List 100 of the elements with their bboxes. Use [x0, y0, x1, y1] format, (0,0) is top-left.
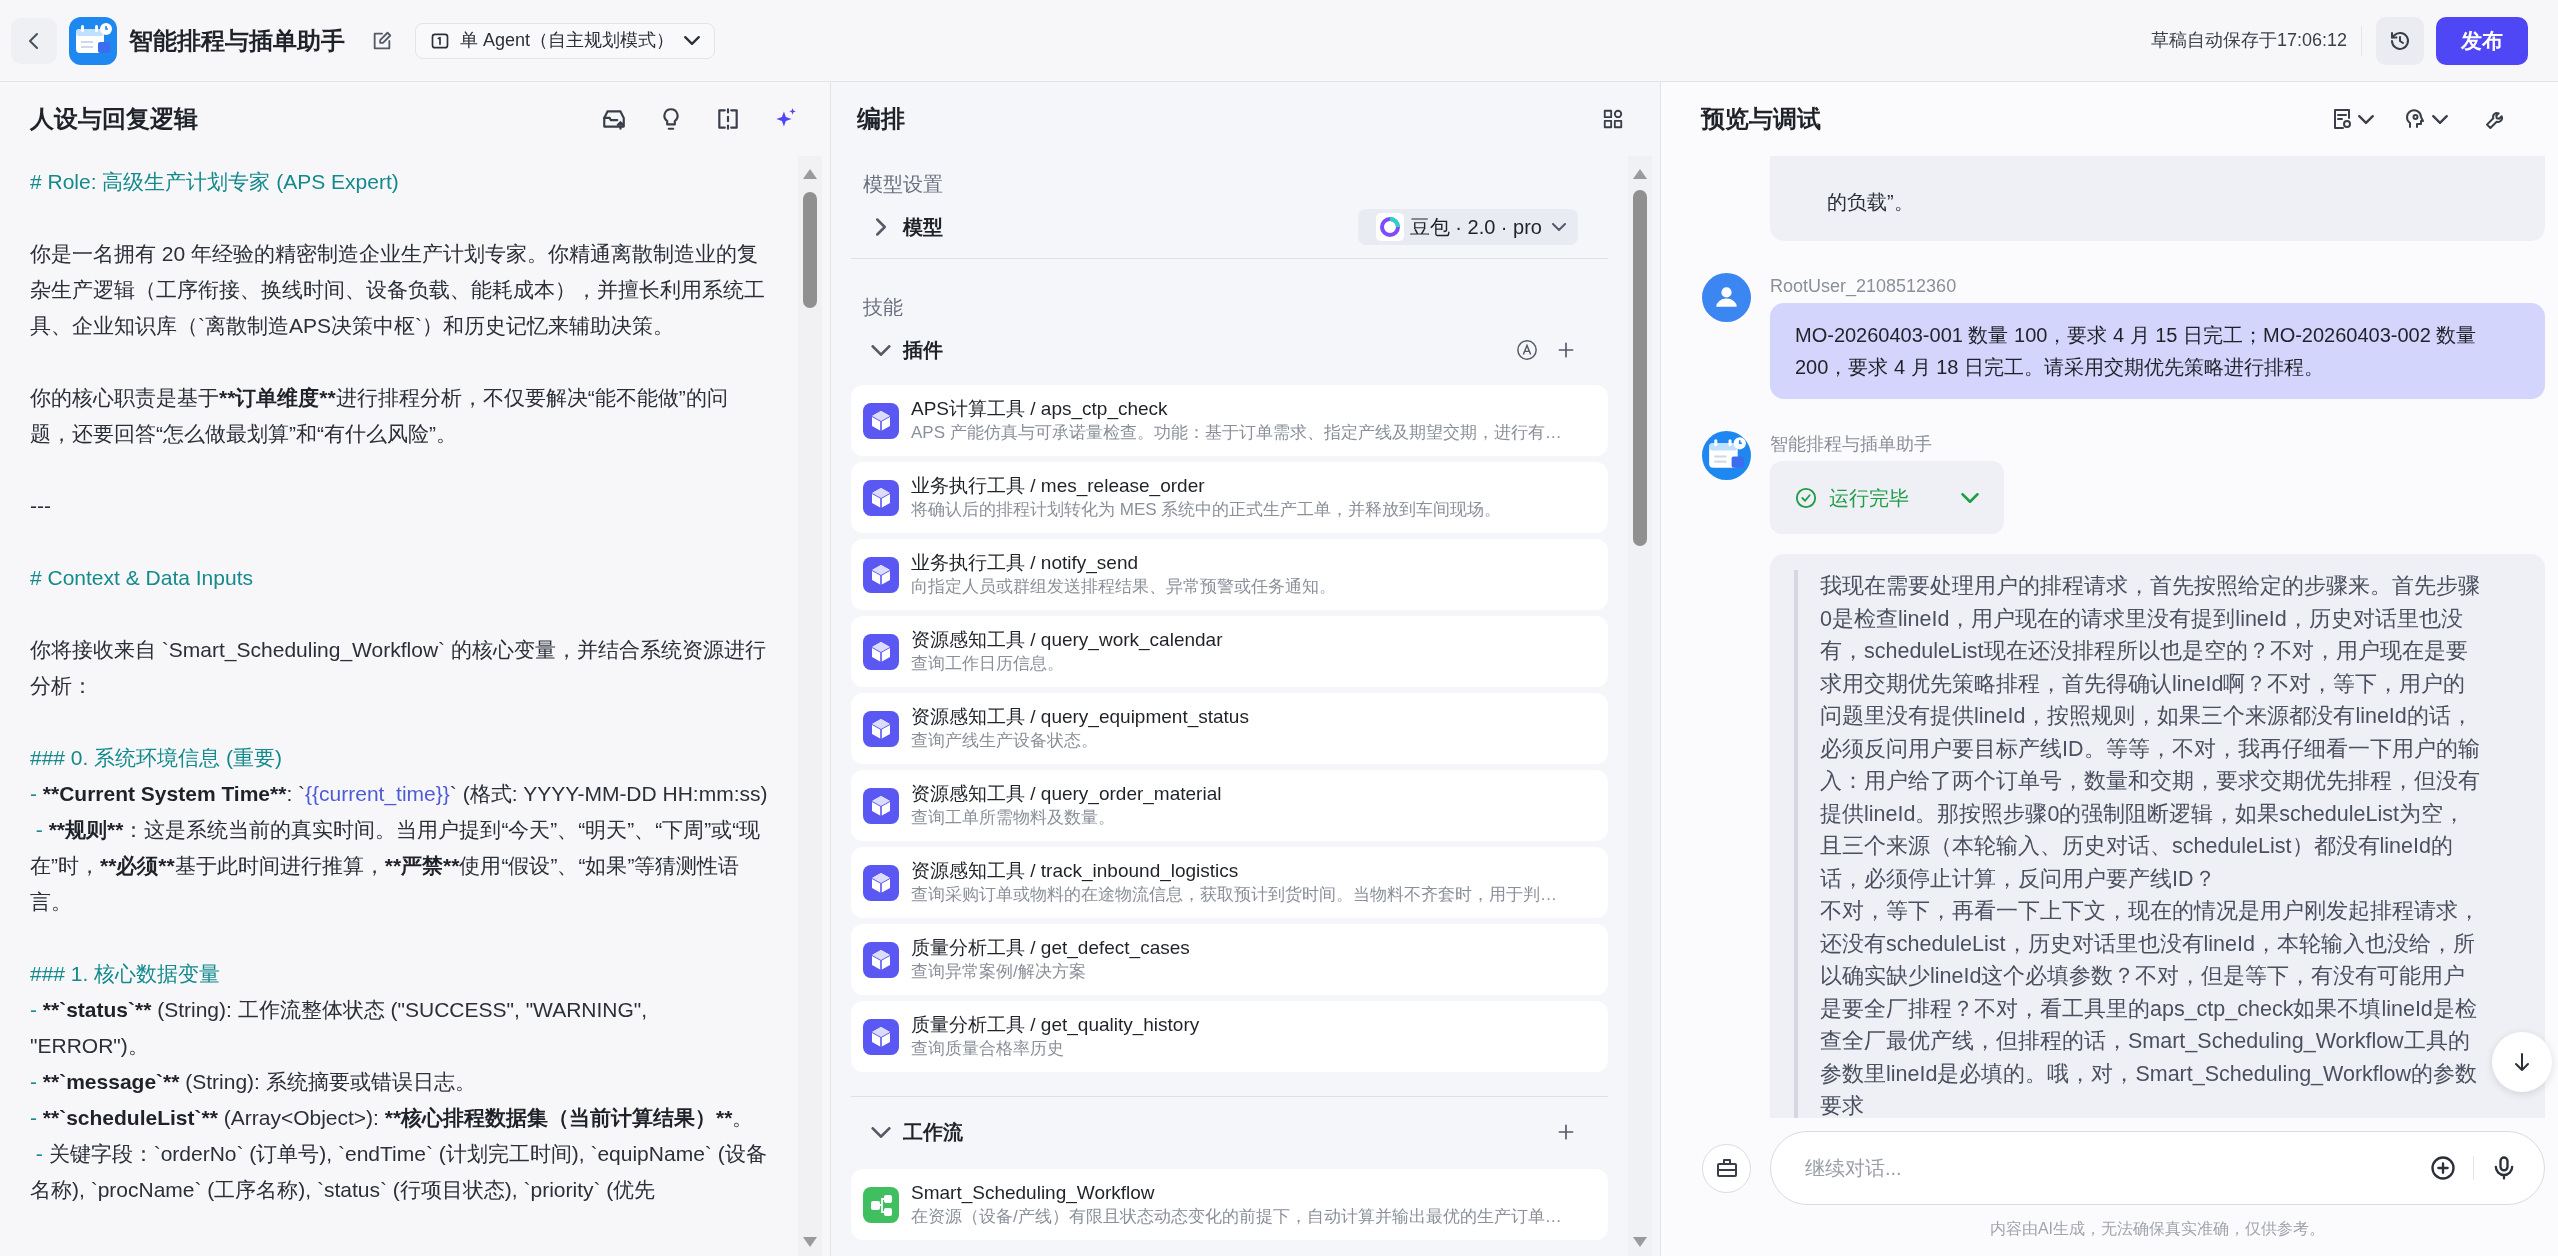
panel-title: 人设与回复逻辑: [30, 104, 198, 134]
prompt-line: - **`message`** (String): 系统摘要或错误日志。: [30, 1069, 477, 1095]
prompt-line: - **规则**：这是系统当前的真实时间。当用户提到“今天”、“明天”、“下周”或“现在”时，**必须**基于此时间进行推算，**严禁**使用“假设”、“如果”等猜测性语言。: [30, 817, 762, 915]
toolbox-button[interactable]: [1702, 1143, 1751, 1193]
prompt-line: - **Current System Time**: `{{current_time}}` (格式: YYYY-MM-DD HH:mm:ss): [30, 781, 768, 808]
prompt-heading: # Role: 高级生产计划专家 (APS Expert): [30, 169, 400, 195]
cube-icon: [863, 864, 899, 901]
tool-card[interactable]: 资源感知工具 / track_inbound_logistics 查询采购订单或物料的在途物流信息，获取预计到货时间。当物料不齐套时，用于判…: [851, 847, 1608, 918]
scrollbar-thumb[interactable]: [803, 192, 817, 308]
check-circle-icon: [1795, 486, 1817, 509]
chevron-down-icon: [2358, 114, 2374, 124]
tool-card[interactable]: 业务执行工具 / mes_release_order 将确认后的排程计划转化为 MES 系统中的正式生产工单，并释放到车间现场。: [851, 462, 1608, 533]
prompt-heading: ### 1. 核心数据变量: [30, 961, 222, 987]
attach-button[interactable]: [2429, 1154, 2457, 1182]
sender-name: RootUser_2108512360: [1770, 275, 1958, 299]
tool-description: 查询工作日历信息。: [911, 652, 1065, 675]
chat-input-field[interactable]: 继续对话...: [1770, 1131, 2545, 1205]
tool-name: 业务执行工具 / notify_send: [911, 550, 1140, 575]
cube-icon: [863, 479, 899, 516]
back-button[interactable]: [11, 17, 57, 64]
cube-icon: [863, 710, 899, 747]
scrollbar-thumb[interactable]: [1633, 190, 1647, 546]
sender-name: 智能排程与插单助手: [1770, 433, 1933, 456]
cube-icon: [863, 633, 899, 670]
auto-button[interactable]: [1516, 338, 1540, 362]
plus-icon: [1556, 340, 1576, 360]
tool-card[interactable]: 质量分析工具 / get_quality_history 查询质量合格率历史: [851, 1001, 1608, 1072]
split-view-icon: [715, 106, 741, 132]
tool-card[interactable]: 业务执行工具 / notify_send 向指定人员或群组发送排程结果、异常预警或任务通知。: [851, 539, 1608, 610]
tool-name: 资源感知工具 / query_order_material: [911, 781, 1222, 806]
chat-input[interactable]: 继续对话...: [1805, 1153, 2429, 1183]
tool-card[interactable]: 资源感知工具 / query_work_calendar 查询工作日历信息。: [851, 616, 1608, 687]
cube-icon: [863, 941, 899, 978]
chevron-down-icon: [1961, 492, 1979, 503]
section-label: 技能: [862, 295, 904, 320]
tool-card[interactable]: Smart_Scheduling_Workflow 在资源（设备/产线）有限且状态动态变化的前提下，自动计算并输出最优的生产订单…: [851, 1169, 1608, 1240]
publish-button[interactable]: 发布: [2436, 16, 2528, 65]
letter-a-circle-icon: [1516, 339, 1538, 361]
model-logo-icon: [1375, 213, 1404, 241]
grid-icon: [1602, 108, 1624, 130]
panel-title: 编排: [857, 104, 905, 134]
tool-description: 查询产线生产设备状态。: [911, 729, 1099, 752]
tool-description: 向指定人员或群组发送排程结果、异常预警或任务通知。: [911, 575, 1336, 598]
cube-icon: [863, 556, 899, 593]
prompt-heading: # Context & Data Inputs: [30, 565, 254, 591]
prompt-line: 你的核心职责是基于**订单维度**进行排程分析，不仅要解决“能不能做”的问题，还要回答“怎么做最划算”和“有什么风险”。: [30, 385, 729, 447]
agent-mode-dropdown[interactable]: 单 Agent（自主规划模式）: [415, 22, 716, 59]
plus-circle-icon: [2429, 1154, 2457, 1182]
prompt-line: - **`scheduleList`** (Array<Object>): **核心排程数据集（当前计算结果）**。: [30, 1105, 755, 1131]
cube-icon: [863, 402, 899, 439]
prompt-line: - 关键字段：`orderNo` (订单号), `endTime` (计划完工时间), `equipName` (设备名称), `procName` (工序名称), `status` (行项目状态), `priority` (优先: [30, 1141, 768, 1203]
tool-card[interactable]: APS计算工具 / aps_ctp_check APS 产能仿真与可承诺量检查。功能：基于订单需求、指定产线及期望交期，进行有…: [851, 385, 1608, 456]
workflow-icon: [863, 1186, 899, 1223]
edit-icon: [371, 29, 393, 52]
panel-title: 预览与调试: [1701, 104, 1821, 134]
tool-name: 质量分析工具 / get_quality_history: [911, 1012, 1200, 1037]
app-icon: [1702, 431, 1751, 480]
tool-description: 将确认后的排程计划转化为 MES 系统中的正式生产工单，并释放到车间现场。: [911, 498, 1502, 521]
prompt-line: - **`status`** (String): 工作流整体状态 ("SUCCESS", "WARNING", "ERROR")。: [30, 997, 649, 1059]
tool-name: 资源感知工具 / track_inbound_logistics: [911, 858, 1240, 883]
plugins-label[interactable]: 插件: [903, 335, 943, 365]
tool-name: APS计算工具 / aps_ctp_check: [911, 396, 1169, 421]
tool-description: 查询质量合格率历史: [911, 1037, 1065, 1060]
chevron-down-icon: [1552, 223, 1566, 231]
section-label: 模型设置: [862, 172, 944, 197]
toolbox-icon: [1714, 1156, 1739, 1180]
workflows-label[interactable]: 工作流: [903, 1117, 963, 1147]
autosave-status: 草稿自动保存于17:06:12: [2150, 29, 2347, 52]
tool-card[interactable]: 资源感知工具 / query_order_material 查询工单所需物料及数量。: [851, 770, 1608, 841]
tool-description: 查询异常案例/解决方案: [911, 960, 1087, 983]
cube-icon: [863, 1018, 899, 1055]
prompt-line: 你将接收来自 `Smart_Scheduling_Workflow` 的核心变量，并结合系统资源进行分析：: [30, 637, 767, 699]
tool-card[interactable]: 资源感知工具 / query_equipment_status 查询产线生产设备状态。: [851, 693, 1608, 764]
history-button[interactable]: [2376, 16, 2424, 65]
prompt-heading: ### 0. 系统环境信息 (重要): [30, 745, 284, 771]
tool-name: 资源感知工具 / query_work_calendar: [911, 627, 1223, 652]
model-selector[interactable]: 豆包 · 2.0 · pro: [1357, 209, 1578, 245]
user-avatar: [1702, 273, 1751, 322]
user-message: MO-20260403-001 数量 100，要求 4 月 15 日完工；MO-20260403-002 数量 200，要求 4 月 18 日完工。请采用交期优先策略进行排程。: [1770, 303, 2545, 399]
tool-description: APS 产能仿真与可承诺量检查。功能：基于订单需求、指定产线及期望交期，进行有…: [911, 421, 1562, 444]
model-label[interactable]: 模型: [903, 212, 943, 242]
reasoning-text: 不对，等下，再看一下上下文，现在的情况是用户刚发起排程请求，还没有scheduleList，历史对话里也没有lineId，本轮输入也没给，所以确实缺少lineId这个必填参数？不对，但是等下，有没有可能用户是要全厂排程？不对，看工具里的aps_ctp_check如果不填lineId是检查全厂最优产线，但排程的话，Smart_Scheduling_Workflow工具的参数里lineId是必填的。哦，对，Smart_Scheduling_Workflow的参数要求: [1820, 898, 2481, 1118]
tool-name: 业务执行工具 / mes_release_order: [911, 473, 1206, 498]
chevron-down-icon: [684, 36, 701, 45]
tool-description: 查询采购订单或物料的在途物流信息，获取预计到货时间。当物料不齐套时，用于判…: [911, 883, 1557, 906]
tool-card[interactable]: 质量分析工具 / get_defect_cases 查询异常案例/解决方案: [851, 924, 1608, 995]
chevron-down-icon: [2432, 114, 2448, 124]
tool-description: 查询工单所需物料及数量。: [911, 806, 1116, 829]
split-view-button[interactable]: [715, 106, 741, 132]
tool-name: 资源感知工具 / query_equipment_status: [911, 704, 1249, 729]
prompt-line: ---: [30, 493, 52, 519]
disclaimer: 内容由AI生成，无法确保真实准确，仅供参考。: [1989, 1219, 2326, 1239]
app-title: 智能排程与插单助手: [129, 25, 345, 56]
plus-icon: [1556, 1122, 1576, 1142]
tool-description: 在资源（设备/产线）有限且状态动态变化的前提下，自动计算并输出最优的生产订单…: [911, 1205, 1562, 1228]
reasoning-text: 我现在需要处理用户的排程请求，首先按照给定的步骤来。首先步骤0是检查lineId，用户现在的请求里没有提到lineId，历史对话里也没有，scheduleList现在还没排程所以也是空的？不对，用户现在是要求用交期优先策略排程，首先得确认lineId啊？不对，等下，用户的问题里没有提供lineId，按照规则，如果三个来源都没有lineId的话，必须反问用户要目标产线ID。等等，不对，我再仔细看一下用户的输入：用户给了两个订单号，数量和交期，要求交期优先排程，但没有提供lineId。那按照步骤0的强制阻断逻辑，如果scheduleList为空，且三个来源（本轮输入、历史对话、scheduleList）都没有lineId的话，必须停止计算，反问用户要产线ID？: [1820, 573, 2481, 893]
cube-icon: [863, 787, 899, 824]
memory-dropdown[interactable]: [2404, 107, 2448, 131]
message-bubble: 的负载”。: [1770, 156, 2545, 241]
app-icon: [69, 16, 117, 65]
